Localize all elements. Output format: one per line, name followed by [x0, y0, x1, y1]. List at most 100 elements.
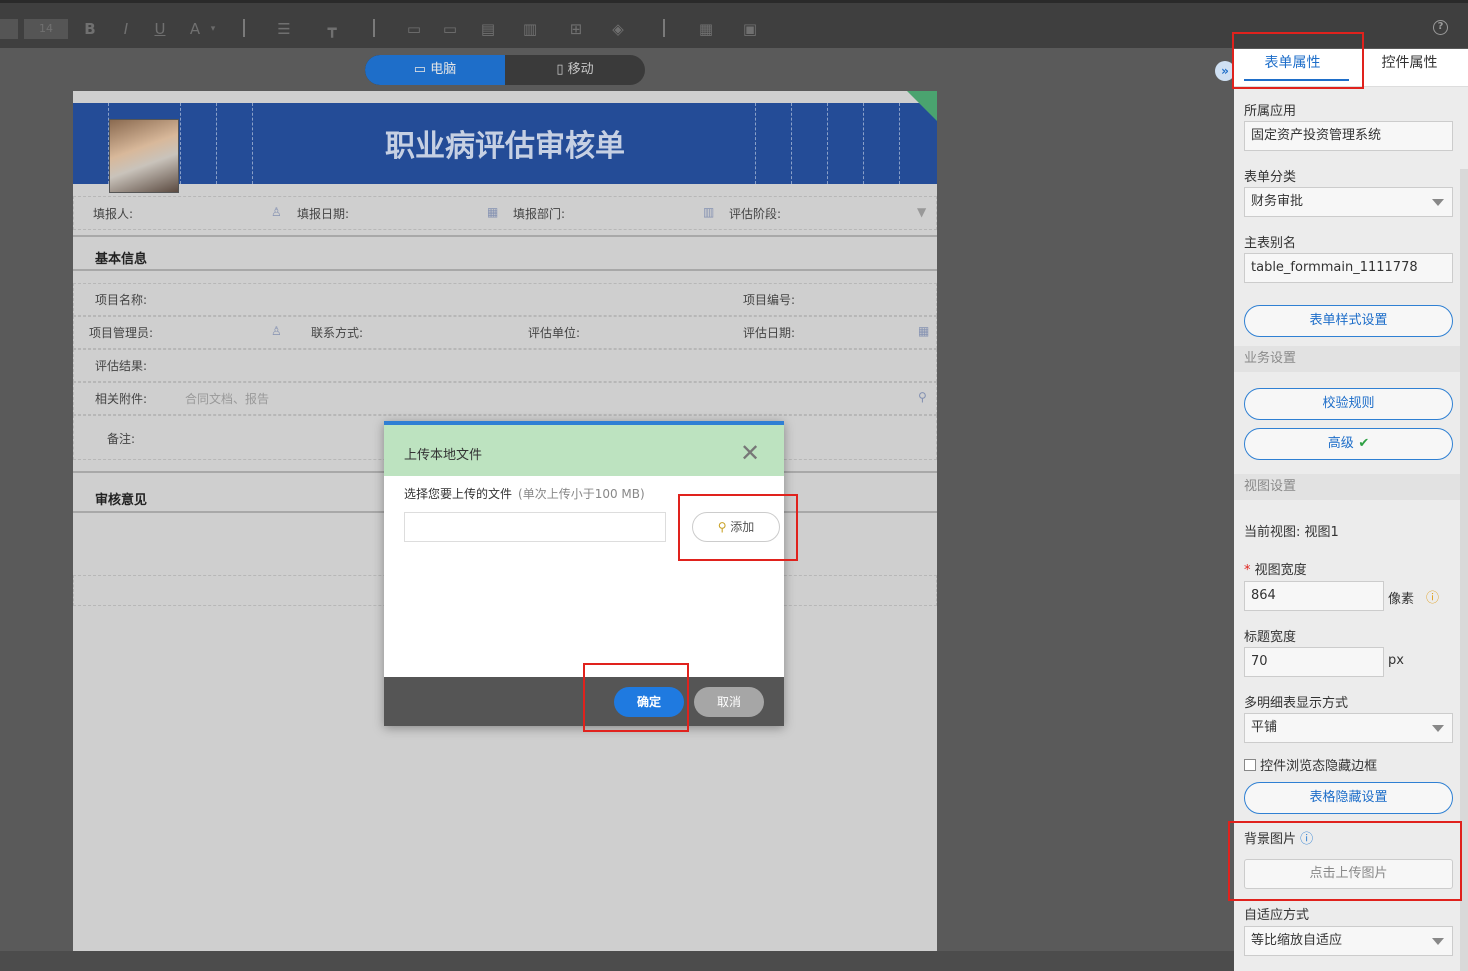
insert-col-icon[interactable]: ▥ — [518, 19, 542, 39]
dialog-title: 上传本地文件 — [404, 448, 483, 463]
corner-marker — [907, 91, 937, 121]
info-icon[interactable]: ⓘ — [1426, 587, 1439, 606]
highlight-confirm-button — [583, 663, 689, 732]
view-settings-group: 视图设置 — [1234, 474, 1460, 500]
highlight-bg-image — [1228, 821, 1462, 901]
dialog-header: 上传本地文件 ✕ — [384, 421, 784, 476]
help-icon[interactable]: ? — [1433, 20, 1448, 35]
attachment-label: 相关附件: — [95, 392, 148, 406]
advanced-button[interactable]: 高级 ✔ — [1244, 428, 1453, 460]
row-project-manager — [73, 316, 937, 349]
business-settings-group: 业务设置 — [1234, 346, 1460, 372]
device-pc-tab[interactable]: ▭ 电脑 — [365, 55, 505, 85]
project-name-label: 项目名称: — [95, 293, 148, 307]
view-width-unit: 像素 — [1388, 592, 1415, 607]
adaptive-select[interactable]: 等比缩放自适应 — [1244, 926, 1453, 956]
project-manager-label: 项目管理员: — [89, 326, 154, 340]
row-eval-result — [73, 349, 937, 382]
layout-icon[interactable]: ▦ — [694, 19, 718, 39]
toolbar-divider — [373, 19, 375, 37]
file-name-field[interactable] — [404, 512, 666, 542]
close-icon[interactable]: ✕ — [740, 441, 760, 465]
eval-unit-label: 评估单位: — [528, 326, 581, 340]
view-width-label-text: 视图宽度 — [1254, 563, 1307, 578]
valign-icon[interactable]: ┳ — [320, 19, 344, 39]
paperclip-icon[interactable]: ⚲ — [918, 390, 927, 404]
calendar-icon[interactable]: ▦ — [918, 324, 929, 338]
category-label: 表单分类 — [1244, 170, 1297, 185]
align-left-icon[interactable]: ☰ — [272, 19, 296, 39]
eval-stage-label: 评估阶段: — [729, 207, 782, 221]
category-select[interactable]: 财务审批 — [1244, 187, 1453, 217]
font-size-select[interactable]: 14 — [24, 19, 68, 39]
toolbar-divider — [663, 19, 665, 37]
device-pc-label: 电脑 — [430, 62, 457, 77]
phone-icon: ▯ — [556, 62, 568, 77]
hide-border-label: 控件浏览态隐藏边框 — [1260, 759, 1378, 774]
attachment-placeholder[interactable]: 合同文档、报告 — [185, 390, 269, 407]
report-date-label: 填报日期: — [297, 207, 350, 221]
fill-color-icon[interactable]: ◈ — [606, 19, 630, 39]
font-family-select[interactable] — [0, 19, 18, 39]
font-color-button[interactable]: A — [186, 19, 204, 39]
upload-size-hint: (单次上传小于100 MB) — [518, 487, 645, 501]
app-field[interactable]: 固定资产投资管理系统 — [1244, 121, 1453, 151]
device-mobile-tab[interactable]: ▯ 移动 — [505, 55, 645, 85]
project-no-label: 项目编号: — [743, 293, 796, 307]
split-cells-icon[interactable]: ▭ — [438, 19, 462, 39]
row-reporter — [73, 196, 937, 230]
current-view-label: 当前视图: 视图1 — [1244, 525, 1339, 540]
chevron-down-icon: ▾ — [210, 24, 216, 34]
toolbar-divider — [243, 19, 245, 37]
image-icon[interactable]: ▣ — [738, 19, 762, 39]
upload-prompt-text: 选择您要上传的文件 — [404, 487, 513, 501]
reporter-label: 填报人: — [93, 207, 134, 221]
eval-date-label: 评估日期: — [743, 326, 796, 340]
row-project-name — [73, 283, 937, 316]
view-width-field[interactable]: 864 — [1244, 581, 1384, 611]
calendar-icon[interactable]: ▦ — [487, 205, 498, 219]
validation-rules-button[interactable]: 校验规则 — [1244, 388, 1453, 420]
italic-button[interactable]: I — [118, 19, 134, 39]
highlight-add-button — [678, 494, 798, 561]
device-mobile-label: 移动 — [567, 62, 594, 77]
user-icon[interactable]: ♙ — [271, 205, 282, 219]
bold-button[interactable]: B — [82, 19, 98, 39]
device-toggle: ▭ 电脑 ▯ 移动 — [365, 55, 645, 85]
table-icon[interactable]: ⊞ — [564, 19, 588, 39]
form-header-band: 职业病评估审核单 — [73, 103, 937, 193]
org-icon[interactable]: ▥ — [703, 205, 714, 219]
cancel-button[interactable]: 取消 — [694, 687, 764, 717]
form-title: 职业病评估审核单 — [385, 129, 625, 164]
highlight-form-tab — [1232, 32, 1364, 89]
section-basic-info: 基本信息 — [95, 252, 148, 267]
status-bar — [0, 951, 1234, 971]
monitor-icon: ▭ — [413, 62, 431, 77]
multi-detail-select[interactable]: 平铺 — [1244, 713, 1453, 743]
table-hide-button[interactable]: 表格隐藏设置 — [1244, 782, 1453, 814]
insert-row-icon[interactable]: ▤ — [476, 19, 500, 39]
report-dept-label: 填报部门: — [513, 207, 566, 221]
upload-prompt: 选择您要上传的文件 (单次上传小于100 MB) — [404, 485, 645, 502]
checkbox-icon[interactable] — [1244, 759, 1256, 771]
view-width-label: * 视图宽度 — [1244, 563, 1307, 578]
title-width-label: 标题宽度 — [1244, 630, 1297, 645]
merge-cells-icon[interactable]: ▭ — [402, 19, 426, 39]
chevron-down-icon[interactable]: ▼ — [917, 205, 926, 219]
section-review: 审核意见 — [95, 493, 148, 508]
hide-border-option[interactable]: 控件浏览态隐藏边框 — [1244, 755, 1377, 774]
app-label: 所属应用 — [1244, 104, 1297, 119]
check-icon: ✔ — [1353, 436, 1370, 451]
eval-result-label: 评估结果: — [95, 359, 148, 373]
user-icon[interactable]: ♙ — [271, 324, 282, 338]
alias-field[interactable]: table_formmain_1111778 — [1244, 253, 1453, 283]
multi-detail-label: 多明细表显示方式 — [1244, 696, 1349, 711]
tab-control-properties[interactable]: 控件属性 — [1351, 49, 1468, 87]
adaptive-label: 自适应方式 — [1244, 908, 1310, 923]
underline-button[interactable]: U — [152, 19, 168, 39]
alias-label: 主表别名 — [1244, 236, 1297, 251]
form-style-button[interactable]: 表单样式设置 — [1244, 305, 1453, 337]
contact-label: 联系方式: — [311, 326, 364, 340]
title-width-field[interactable]: 70 — [1244, 647, 1384, 677]
remark-label: 备注: — [107, 432, 136, 446]
